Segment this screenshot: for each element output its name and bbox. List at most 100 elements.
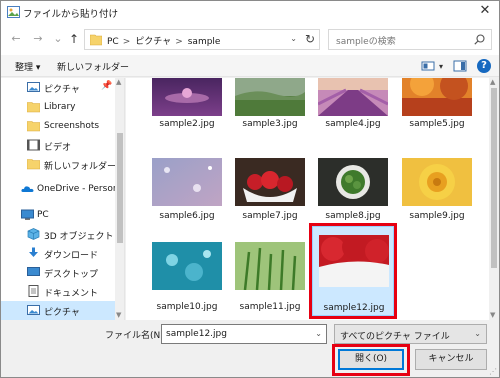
file-item[interactable]: sample7.jpg <box>229 158 311 230</box>
file-item[interactable]: sample8.jpg <box>312 158 394 230</box>
file-dialog: ファイルから貼り付け ✕ ← → ⌄ ↑ PC > ピクチャ > sample ⌄ ↻ … <box>0 0 500 378</box>
breadcrumb-sample[interactable]: sample <box>188 37 221 47</box>
file-name: sample2.jpg <box>159 119 215 129</box>
close-icon[interactable]: ✕ <box>477 3 493 19</box>
thumbnail-image <box>402 158 472 206</box>
up-folder-icon[interactable]: ↑ <box>67 32 81 46</box>
sidebar-item-label: ドキュメント <box>44 289 99 299</box>
folder-icon <box>27 159 40 170</box>
file-name: sample10.jpg <box>156 302 218 312</box>
sidebar-item-downloads[interactable]: ダウンロード <box>1 244 115 263</box>
content-scrollbar[interactable]: ▲ ▼ <box>489 78 499 320</box>
sidebar-item-documents[interactable]: ドキュメント <box>1 282 115 301</box>
file-name: sample7.jpg <box>242 211 298 221</box>
scroll-up-icon[interactable]: ▲ <box>490 78 495 86</box>
sidebar-item-label: ダウンロード <box>44 251 99 261</box>
file-list: sample2.jpg sample3.jpg sample4.jpg samp… <box>126 78 489 320</box>
filetype-value: すべてのピクチャ ファイル <box>340 332 450 342</box>
refresh-icon[interactable]: ↻ <box>305 32 315 46</box>
navigation-pane: ピクチャ 📌 Library Screenshots ビデオ 新しいフォルダー … <box>1 78 125 320</box>
scroll-down-icon[interactable]: ▼ <box>490 311 495 319</box>
new-folder-button[interactable]: 新しいフォルダー <box>57 60 129 73</box>
view-dropdown-icon[interactable]: ▾ <box>439 62 443 71</box>
forward-icon[interactable]: → <box>31 32 45 46</box>
thumbnail-image <box>402 78 472 116</box>
chevron-down-icon[interactable]: ⌄ <box>315 329 322 338</box>
downloads-icon <box>29 247 38 257</box>
sidebar-item-pc[interactable]: PC <box>1 206 115 225</box>
search-icon <box>474 34 485 45</box>
file-item[interactable]: sample11.jpg <box>229 242 311 314</box>
sidebar-scrollbar[interactable]: ▲ ▼ <box>115 78 124 320</box>
organize-button[interactable]: 整理 ▾ <box>15 60 40 73</box>
sidebar-item-onedrive[interactable]: OneDrive - Persor <box>1 180 117 199</box>
scroll-down-icon[interactable]: ▼ <box>116 311 121 319</box>
sidebar-item-label: 3D オブジェクト <box>44 232 114 242</box>
file-name: sample11.jpg <box>239 302 301 312</box>
file-name: sample5.jpg <box>409 119 465 129</box>
documents-icon <box>28 285 39 297</box>
preview-pane-icon[interactable] <box>453 59 467 73</box>
thumbnail-image <box>235 158 305 206</box>
sidebar-item-screenshots[interactable]: Screenshots <box>1 117 115 136</box>
breadcrumb-pictures[interactable]: ピクチャ <box>135 37 171 47</box>
sidebar-item-desktop[interactable]: デスクトップ <box>1 263 115 282</box>
breadcrumb-separator[interactable]: > <box>123 37 131 47</box>
onedrive-icon <box>21 186 34 192</box>
sidebar-item-new-folder[interactable]: 新しいフォルダー <box>1 155 117 174</box>
address-bar[interactable]: PC > ピクチャ > sample ⌄ ↻ <box>84 29 320 50</box>
scroll-thumb[interactable] <box>117 133 123 243</box>
sidebar-item-pictures[interactable]: ピクチャ <box>1 301 115 320</box>
folder-icon <box>90 34 102 46</box>
file-name: sample6.jpg <box>159 211 215 221</box>
videos-icon <box>27 139 40 151</box>
sidebar-item-library[interactable]: Library <box>1 98 115 117</box>
chevron-down-icon[interactable]: ⌄ <box>474 329 481 338</box>
search-placeholder: sampleの検索 <box>336 37 396 47</box>
file-name: sample9.jpg <box>409 211 465 221</box>
file-item[interactable]: sample3.jpg <box>229 78 311 134</box>
file-item[interactable]: sample2.jpg <box>146 78 228 134</box>
file-name: sample8.jpg <box>325 211 381 221</box>
pictures-icon <box>27 82 40 92</box>
back-icon[interactable]: ← <box>9 32 23 46</box>
sidebar-item-label: Library <box>44 102 76 112</box>
thumbnail-image <box>235 242 305 290</box>
file-item[interactable]: sample9.jpg <box>396 158 478 230</box>
file-item[interactable]: sample10.jpg <box>146 242 228 314</box>
breadcrumb-separator[interactable]: > <box>175 37 183 47</box>
sidebar-item-label: デスクトップ <box>44 270 99 280</box>
scroll-thumb[interactable] <box>491 88 497 268</box>
file-item[interactable]: sample4.jpg <box>312 78 394 134</box>
breadcrumb: PC > ピクチャ > sample <box>107 34 224 47</box>
thumbnail-image <box>235 78 305 116</box>
resize-grip-icon[interactable]: ⋰ <box>489 367 497 376</box>
search-input[interactable]: sampleの検索 <box>328 29 492 50</box>
help-icon[interactable]: ? <box>477 59 491 73</box>
pin-icon: 📌 <box>101 81 113 91</box>
scroll-up-icon[interactable]: ▲ <box>116 78 121 86</box>
thumbnail-image <box>152 242 222 290</box>
desktop-icon <box>27 267 40 276</box>
filename-value: sample12.jpg <box>166 329 227 339</box>
view-controls: ▾ ? <box>421 58 491 74</box>
recent-locations-icon[interactable]: ⌄ <box>51 32 65 46</box>
view-icon[interactable] <box>421 59 435 73</box>
highlight-box <box>332 344 410 376</box>
file-item[interactable]: sample5.jpg <box>396 78 478 134</box>
breadcrumb-pc[interactable]: PC <box>107 37 119 47</box>
cancel-button[interactable]: キャンセル <box>415 349 487 370</box>
sidebar-item-pictures-quick[interactable]: ピクチャ 📌 <box>1 78 115 97</box>
sidebar-item-3d-objects[interactable]: 3D オブジェクト <box>1 225 115 244</box>
filename-field[interactable]: sample12.jpg ⌄ <box>161 324 327 344</box>
filetype-select[interactable]: すべてのピクチャ ファイル ⌄ <box>334 324 487 344</box>
file-item[interactable]: sample6.jpg <box>146 158 228 230</box>
3d-objects-icon <box>27 228 40 240</box>
address-row: ← → ⌄ ↑ PC > ピクチャ > sample ⌄ ↻ sampleの検索 <box>1 23 499 55</box>
file-name: sample4.jpg <box>325 119 381 129</box>
sidebar-item-label: PC <box>37 210 49 220</box>
sidebar-item-videos[interactable]: ビデオ <box>1 136 115 155</box>
folder-icon <box>27 102 40 113</box>
chevron-down-icon[interactable]: ⌄ <box>290 34 297 43</box>
sidebar-item-label: 新しいフォルダー <box>44 162 117 172</box>
